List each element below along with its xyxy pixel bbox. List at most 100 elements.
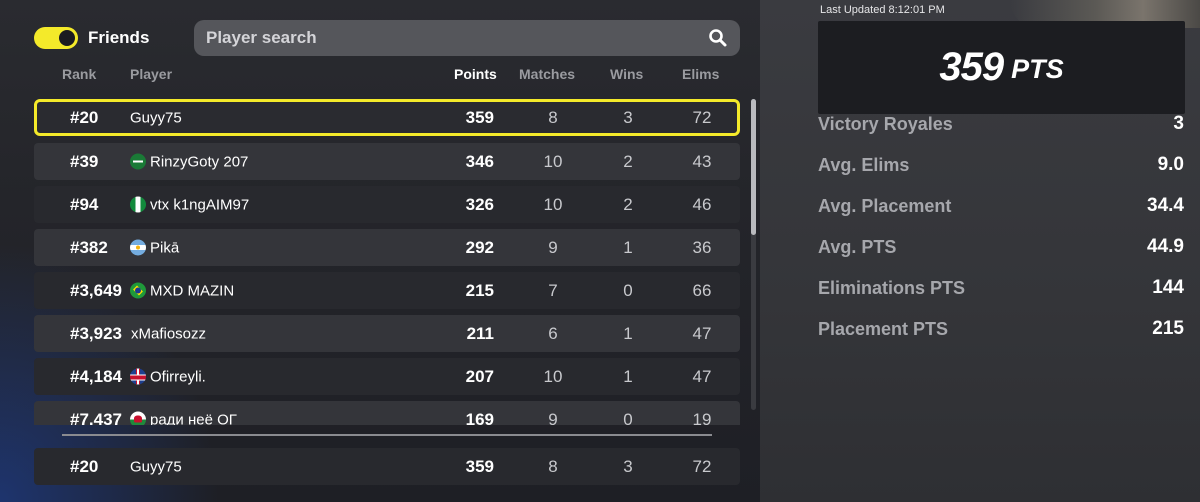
row-player: MXD MAZIN	[130, 282, 234, 299]
row-elims: 72	[692, 456, 712, 476]
leaderboard-header: Rank Player Points Matches Wins Elims	[34, 66, 740, 86]
row-rank: #20	[70, 456, 99, 476]
row-points: 359	[465, 107, 494, 127]
leaderboard-scrollbar[interactable]	[751, 99, 756, 410]
stat-value: 9.0	[1157, 154, 1184, 175]
row-wins: 1	[623, 323, 633, 343]
player-search-box[interactable]	[194, 20, 740, 56]
leaderboard-row-current-player[interactable]: #20 Guyy75 359 8 3 72	[34, 99, 740, 136]
leaderboard-row[interactable]: #3,923 xMafiosozz 211 6 1 47	[34, 315, 740, 352]
wales-flag-icon	[130, 411, 146, 425]
row-elims: 66	[692, 280, 712, 300]
row-matches: 10	[543, 151, 563, 171]
row-matches: 8	[548, 107, 558, 127]
column-matches[interactable]: Matches	[519, 66, 575, 82]
friends-filter[interactable]: Friends	[34, 27, 149, 49]
player-name: RinzyGoty 207	[150, 153, 249, 170]
stat-value: 144	[1152, 277, 1184, 298]
row-matches: 10	[543, 366, 563, 386]
player-name: Guyy75	[130, 109, 182, 126]
stat-label: Avg. Placement	[818, 196, 952, 216]
stat-eliminations-pts: Eliminations PTS 144	[818, 276, 1185, 317]
friends-toggle[interactable]	[34, 27, 78, 49]
row-wins: 2	[623, 194, 633, 214]
player-name: Guyy75	[130, 458, 182, 475]
row-matches: 9	[548, 237, 558, 257]
leaderboard-row[interactable]: #382 Pikā 292 9 1 36	[34, 229, 740, 266]
row-player: ради неё ОГ	[130, 411, 237, 425]
stat-label: Avg. Elims	[818, 155, 910, 175]
row-player: vtx k1ngAIM97	[130, 196, 249, 213]
row-wins: 3	[623, 107, 633, 127]
search-icon[interactable]	[708, 28, 728, 48]
row-elims: 72	[692, 107, 712, 127]
divider	[62, 434, 712, 436]
stat-avg-pts: Avg. PTS 44.9	[818, 235, 1185, 276]
stat-avg-elims: Avg. Elims 9.0	[818, 153, 1185, 194]
row-points: 292	[465, 237, 494, 257]
row-player: Guyy75	[130, 458, 182, 475]
row-rank: #39	[70, 151, 99, 171]
column-elims[interactable]: Elims	[682, 66, 719, 82]
row-points: 326	[465, 194, 494, 214]
stat-label: Placement PTS	[818, 319, 949, 339]
total-points-unit: PTS	[1011, 54, 1064, 84]
row-wins: 0	[623, 280, 633, 300]
stat-victory-royales: Victory Royales 3	[818, 112, 1185, 153]
leaderboard-row[interactable]: #4,184 Ofirreyli. 207 10 1 47	[34, 358, 740, 395]
row-player: RinzyGoty 207	[130, 153, 248, 170]
row-wins: 2	[623, 151, 633, 171]
row-matches: 10	[543, 194, 563, 214]
stat-placement-pts: Placement PTS 215	[818, 317, 1185, 358]
player-name: Pikā	[150, 239, 180, 256]
row-elims: 46	[692, 194, 712, 214]
row-player: xMafiosozz	[131, 325, 206, 342]
row-wins: 1	[623, 237, 633, 257]
last-updated-label: Last Updated 8:12:01 PM	[820, 4, 945, 16]
column-wins[interactable]: Wins	[610, 66, 643, 82]
row-matches: 9	[548, 409, 558, 426]
stat-label: Avg. PTS	[818, 237, 897, 257]
row-points: 346	[465, 151, 494, 171]
total-points-value: 359	[939, 45, 1004, 89]
player-name: vtx k1ngAIM97	[150, 196, 250, 213]
row-points: 211	[466, 323, 494, 343]
total-points-box: 359 PTS	[818, 21, 1185, 114]
row-matches: 8	[548, 456, 558, 476]
friends-label: Friends	[88, 28, 150, 47]
leaderboard-list[interactable]: #20 Guyy75 359 8 3 72 #39 RinzyGoty 207 …	[34, 99, 740, 425]
uk-flag-icon	[130, 368, 146, 385]
saudi-arabia-flag-icon	[130, 153, 146, 170]
row-rank: #20	[70, 107, 99, 127]
row-points: 215	[465, 280, 494, 300]
row-matches: 7	[548, 280, 558, 300]
stat-label: Eliminations PTS	[818, 278, 966, 298]
stat-value: 34.4	[1147, 195, 1184, 216]
leaderboard-row[interactable]: #7,437 ради неё ОГ 169 9 0 19	[34, 401, 740, 425]
column-rank[interactable]: Rank	[62, 66, 96, 82]
leaderboard-row[interactable]: #39 RinzyGoty 207 346 10 2 43	[34, 143, 740, 180]
row-elims: 47	[692, 366, 712, 386]
argentina-flag-icon	[130, 239, 146, 256]
stat-value: 44.9	[1147, 236, 1184, 257]
stat-label: Victory Royales	[818, 114, 953, 134]
row-rank: #382	[70, 237, 108, 257]
brazil-flag-icon	[130, 282, 146, 299]
stat-value: 215	[1152, 318, 1184, 339]
row-rank: #94	[70, 194, 99, 214]
player-search-input[interactable]	[206, 28, 708, 48]
leaderboard-row[interactable]: #3,649 MXD MAZIN 215 7 0 66	[34, 272, 740, 309]
column-points[interactable]: Points	[454, 66, 497, 82]
row-elims: 36	[692, 237, 712, 257]
leaderboard-row[interactable]: #94 vtx k1ngAIM97 326 10 2 46	[34, 186, 740, 223]
row-rank: #4,184	[70, 366, 122, 386]
scrollbar-thumb[interactable]	[751, 99, 756, 235]
column-player[interactable]: Player	[130, 66, 172, 82]
row-wins: 0	[623, 409, 633, 426]
row-player: Pikā	[130, 239, 179, 256]
player-name: MXD MAZIN	[150, 282, 235, 299]
row-elims: 43	[692, 151, 712, 171]
stat-value: 3	[1173, 113, 1184, 134]
current-player-footer-row[interactable]: #20 Guyy75 359 8 3 72	[34, 448, 740, 485]
player-name: xMafiosozz	[131, 325, 207, 342]
